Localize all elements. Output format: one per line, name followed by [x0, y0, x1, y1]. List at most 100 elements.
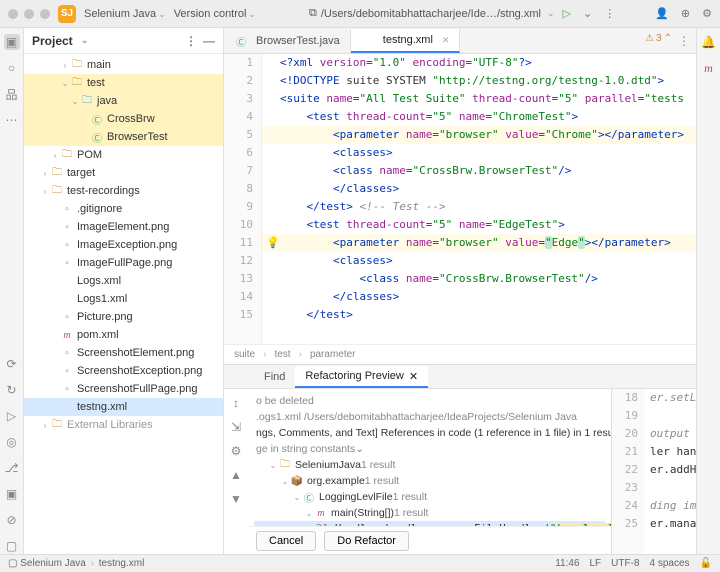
tree-item[interactable]: ›🗀main — [24, 56, 223, 74]
refactor-tree-item[interactable]: ⌄mmain(String[]) 1 result — [254, 505, 605, 521]
editor-area: ⒸBrowserTest.javatestng.xml✕ ⚠3 ⌃ ⋮ 12345… — [224, 28, 696, 364]
play-tool-icon[interactable]: ▷ — [4, 408, 20, 424]
tree-item[interactable]: ⒸCrossBrw — [24, 110, 223, 128]
breadcrumb[interactable]: suite test parameter — [224, 344, 696, 364]
inspection-badge[interactable]: ⚠3 ⌃ — [645, 33, 672, 44]
bottom-tab[interactable]: Refactoring Preview ✕ — [295, 366, 428, 388]
refresh-icon[interactable]: ⟳ — [4, 356, 20, 372]
right-tool-rail: 🔔 m — [696, 28, 720, 554]
user-icon[interactable]: 👤 — [655, 7, 669, 20]
refactor-tree-item[interactable]: ⌄📦org.example 1 result — [254, 473, 605, 489]
close-icon[interactable]: ✕ — [409, 370, 418, 383]
close-dot[interactable] — [8, 9, 18, 19]
refactor-tree[interactable]: o be deleted.ogs1.xml /Users/debomitabha… — [248, 389, 611, 526]
sidebar-title: Project — [32, 34, 73, 48]
tree-item[interactable]: ›🗀target — [24, 164, 223, 182]
cancel-button[interactable]: Cancel — [256, 531, 316, 551]
sidebar-hide-icon[interactable]: — — [203, 34, 215, 48]
tree-item[interactable]: ▫ImageException.png — [24, 236, 223, 254]
do-refactor-button[interactable]: Do Refactor — [324, 531, 409, 551]
expand-icon[interactable]: ↕ — [228, 395, 244, 411]
refactor-tree-item[interactable]: ⌄ⒸLoggingLevlFile 1 result — [254, 489, 605, 505]
status-bar: ▢ Selenium Java › testng.xml 11:46 LF UT… — [0, 554, 720, 572]
circle-icon[interactable]: ◎ — [4, 434, 20, 450]
run-icon[interactable]: ▷ — [563, 7, 571, 20]
tree-item[interactable]: ›🗀External Libraries — [24, 416, 223, 434]
refactor-tree-item[interactable]: o be deleted — [254, 393, 605, 409]
min-dot[interactable] — [24, 9, 34, 19]
project-name[interactable]: Selenium Java⌄ — [84, 8, 166, 20]
tabs-more-icon[interactable]: ⋮ — [678, 34, 690, 48]
bottom-tabs: FindRefactoring Preview ✕ — [224, 365, 696, 389]
maven-tool-icon[interactable]: m — [701, 60, 717, 76]
crumb-item[interactable]: test — [263, 349, 290, 360]
tree-item[interactable]: testng.xml — [24, 398, 223, 416]
tree-item[interactable]: ›🗀test-recordings — [24, 182, 223, 200]
problems-icon[interactable]: ⊘ — [4, 512, 20, 528]
tree-item[interactable]: ▫ScreenshotElement.png — [24, 344, 223, 362]
max-dot[interactable] — [40, 9, 50, 19]
project-tool-icon[interactable]: ▣ — [4, 34, 20, 50]
refactor-tree-item[interactable]: ge in string constants ⌄ — [254, 441, 605, 457]
readonly-icon[interactable]: 🔓 — [700, 558, 712, 569]
filter-icon[interactable]: ⚙ — [228, 443, 244, 459]
next-icon[interactable]: ▼ — [228, 491, 244, 507]
tree-item[interactable]: ⒸBrowserTest — [24, 128, 223, 146]
tree-item[interactable]: Logs1.xml — [24, 290, 223, 308]
encoding[interactable]: UTF-8 — [611, 558, 639, 569]
search-icon[interactable]: ⊕ — [681, 7, 690, 20]
crumb-item[interactable]: parameter — [299, 349, 356, 360]
prev-icon[interactable]: ▲ — [228, 467, 244, 483]
sidebar-opts-icon[interactable]: ⋮ — [185, 34, 197, 48]
tree-item[interactable]: ▫ScreenshotException.png — [24, 362, 223, 380]
tree-item[interactable]: ▫Picture.png — [24, 308, 223, 326]
editor-tab[interactable]: testng.xml✕ — [351, 29, 461, 53]
refactor-tree-item[interactable]: ngs, Comments, and Text] References in c… — [254, 425, 605, 441]
tree-item[interactable]: ▫ImageFullPage.png — [24, 254, 223, 272]
line-sep[interactable]: LF — [590, 558, 602, 569]
refactor-tree-item[interactable]: ⌄🗀SeleniumJava 1 result — [254, 457, 605, 473]
sidebar-header: Project⌄ ⋮ — — [24, 28, 223, 54]
commit-tool-icon[interactable]: ○ — [4, 60, 20, 76]
debug-icon[interactable]: ⌄ — [583, 7, 592, 20]
refactor-preview-code[interactable]: 1819202122232425 er.setLevel(Level.WARNI… — [612, 389, 696, 554]
run-config[interactable]: ⧉ /Users/debomitabhattacharjee/Ide…/stng… — [309, 7, 555, 20]
settings-icon[interactable]: ⚙ — [702, 7, 712, 20]
tree-item[interactable]: ▫.gitignore — [24, 200, 223, 218]
structure-tool-icon[interactable]: 品 — [4, 86, 20, 102]
close-icon[interactable]: ✕ — [442, 35, 450, 46]
window-controls[interactable] — [8, 9, 50, 19]
vcs-menu[interactable]: Version control⌄ — [174, 8, 256, 20]
refactor-rail: ↕ ⇲ ⚙ ▲ ▼ — [224, 389, 248, 554]
file-icon: ⧉ — [309, 7, 317, 20]
indent[interactable]: 4 spaces — [650, 558, 690, 569]
tree-item[interactable]: Logs.xml — [24, 272, 223, 290]
branch-icon[interactable]: ⎇ — [4, 460, 20, 476]
tree-item[interactable]: ⌄🗀java — [24, 92, 223, 110]
tree-item[interactable]: ▫ImageElement.png — [24, 218, 223, 236]
caret-pos[interactable]: 11:46 — [555, 558, 579, 569]
tree-item[interactable]: ›🗀POM — [24, 146, 223, 164]
more-icon[interactable]: ⋮ — [604, 7, 615, 20]
terminal-icon[interactable]: ▣ — [4, 486, 20, 502]
box-icon[interactable]: ▢ — [4, 538, 20, 554]
collapse-icon[interactable]: ⇲ — [228, 419, 244, 435]
bottom-tab[interactable]: Find — [254, 366, 295, 388]
intention-bulb-icon[interactable]: 💡 — [266, 236, 280, 249]
crumb-item[interactable]: suite — [234, 349, 255, 360]
tree-item[interactable]: ▫ScreenshotFullPage.png — [24, 380, 223, 398]
bottom-panel: FindRefactoring Preview ✕ ↕ ⇲ ⚙ ▲ ▼ o be… — [224, 364, 696, 554]
status-nav[interactable]: ▢ Selenium Java › testng.xml — [8, 558, 144, 569]
editor-gutter: 123456789101112131415 — [224, 54, 262, 344]
redo-icon[interactable]: ↻ — [4, 382, 20, 398]
editor-code[interactable]: <?xml version="1.0" encoding="UTF-8"?><!… — [262, 54, 696, 344]
tree-item[interactable]: ⌄🗀test — [24, 74, 223, 92]
project-badge[interactable]: SJ — [58, 5, 76, 23]
tree-item[interactable]: mpom.xml — [24, 326, 223, 344]
notifications-icon[interactable]: 🔔 — [701, 34, 717, 50]
more-tool-icon[interactable]: ⋯ — [4, 112, 20, 128]
file-icon: Ⓒ — [234, 34, 248, 49]
refactor-tree-item[interactable]: .ogs1.xml /Users/debomitabhattacharjee/I… — [254, 409, 605, 425]
editor-tab[interactable]: ⒸBrowserTest.java — [224, 29, 351, 53]
project-tree[interactable]: ›🗀main⌄🗀test⌄🗀javaⒸCrossBrwⒸBrowserTest›… — [24, 54, 223, 554]
